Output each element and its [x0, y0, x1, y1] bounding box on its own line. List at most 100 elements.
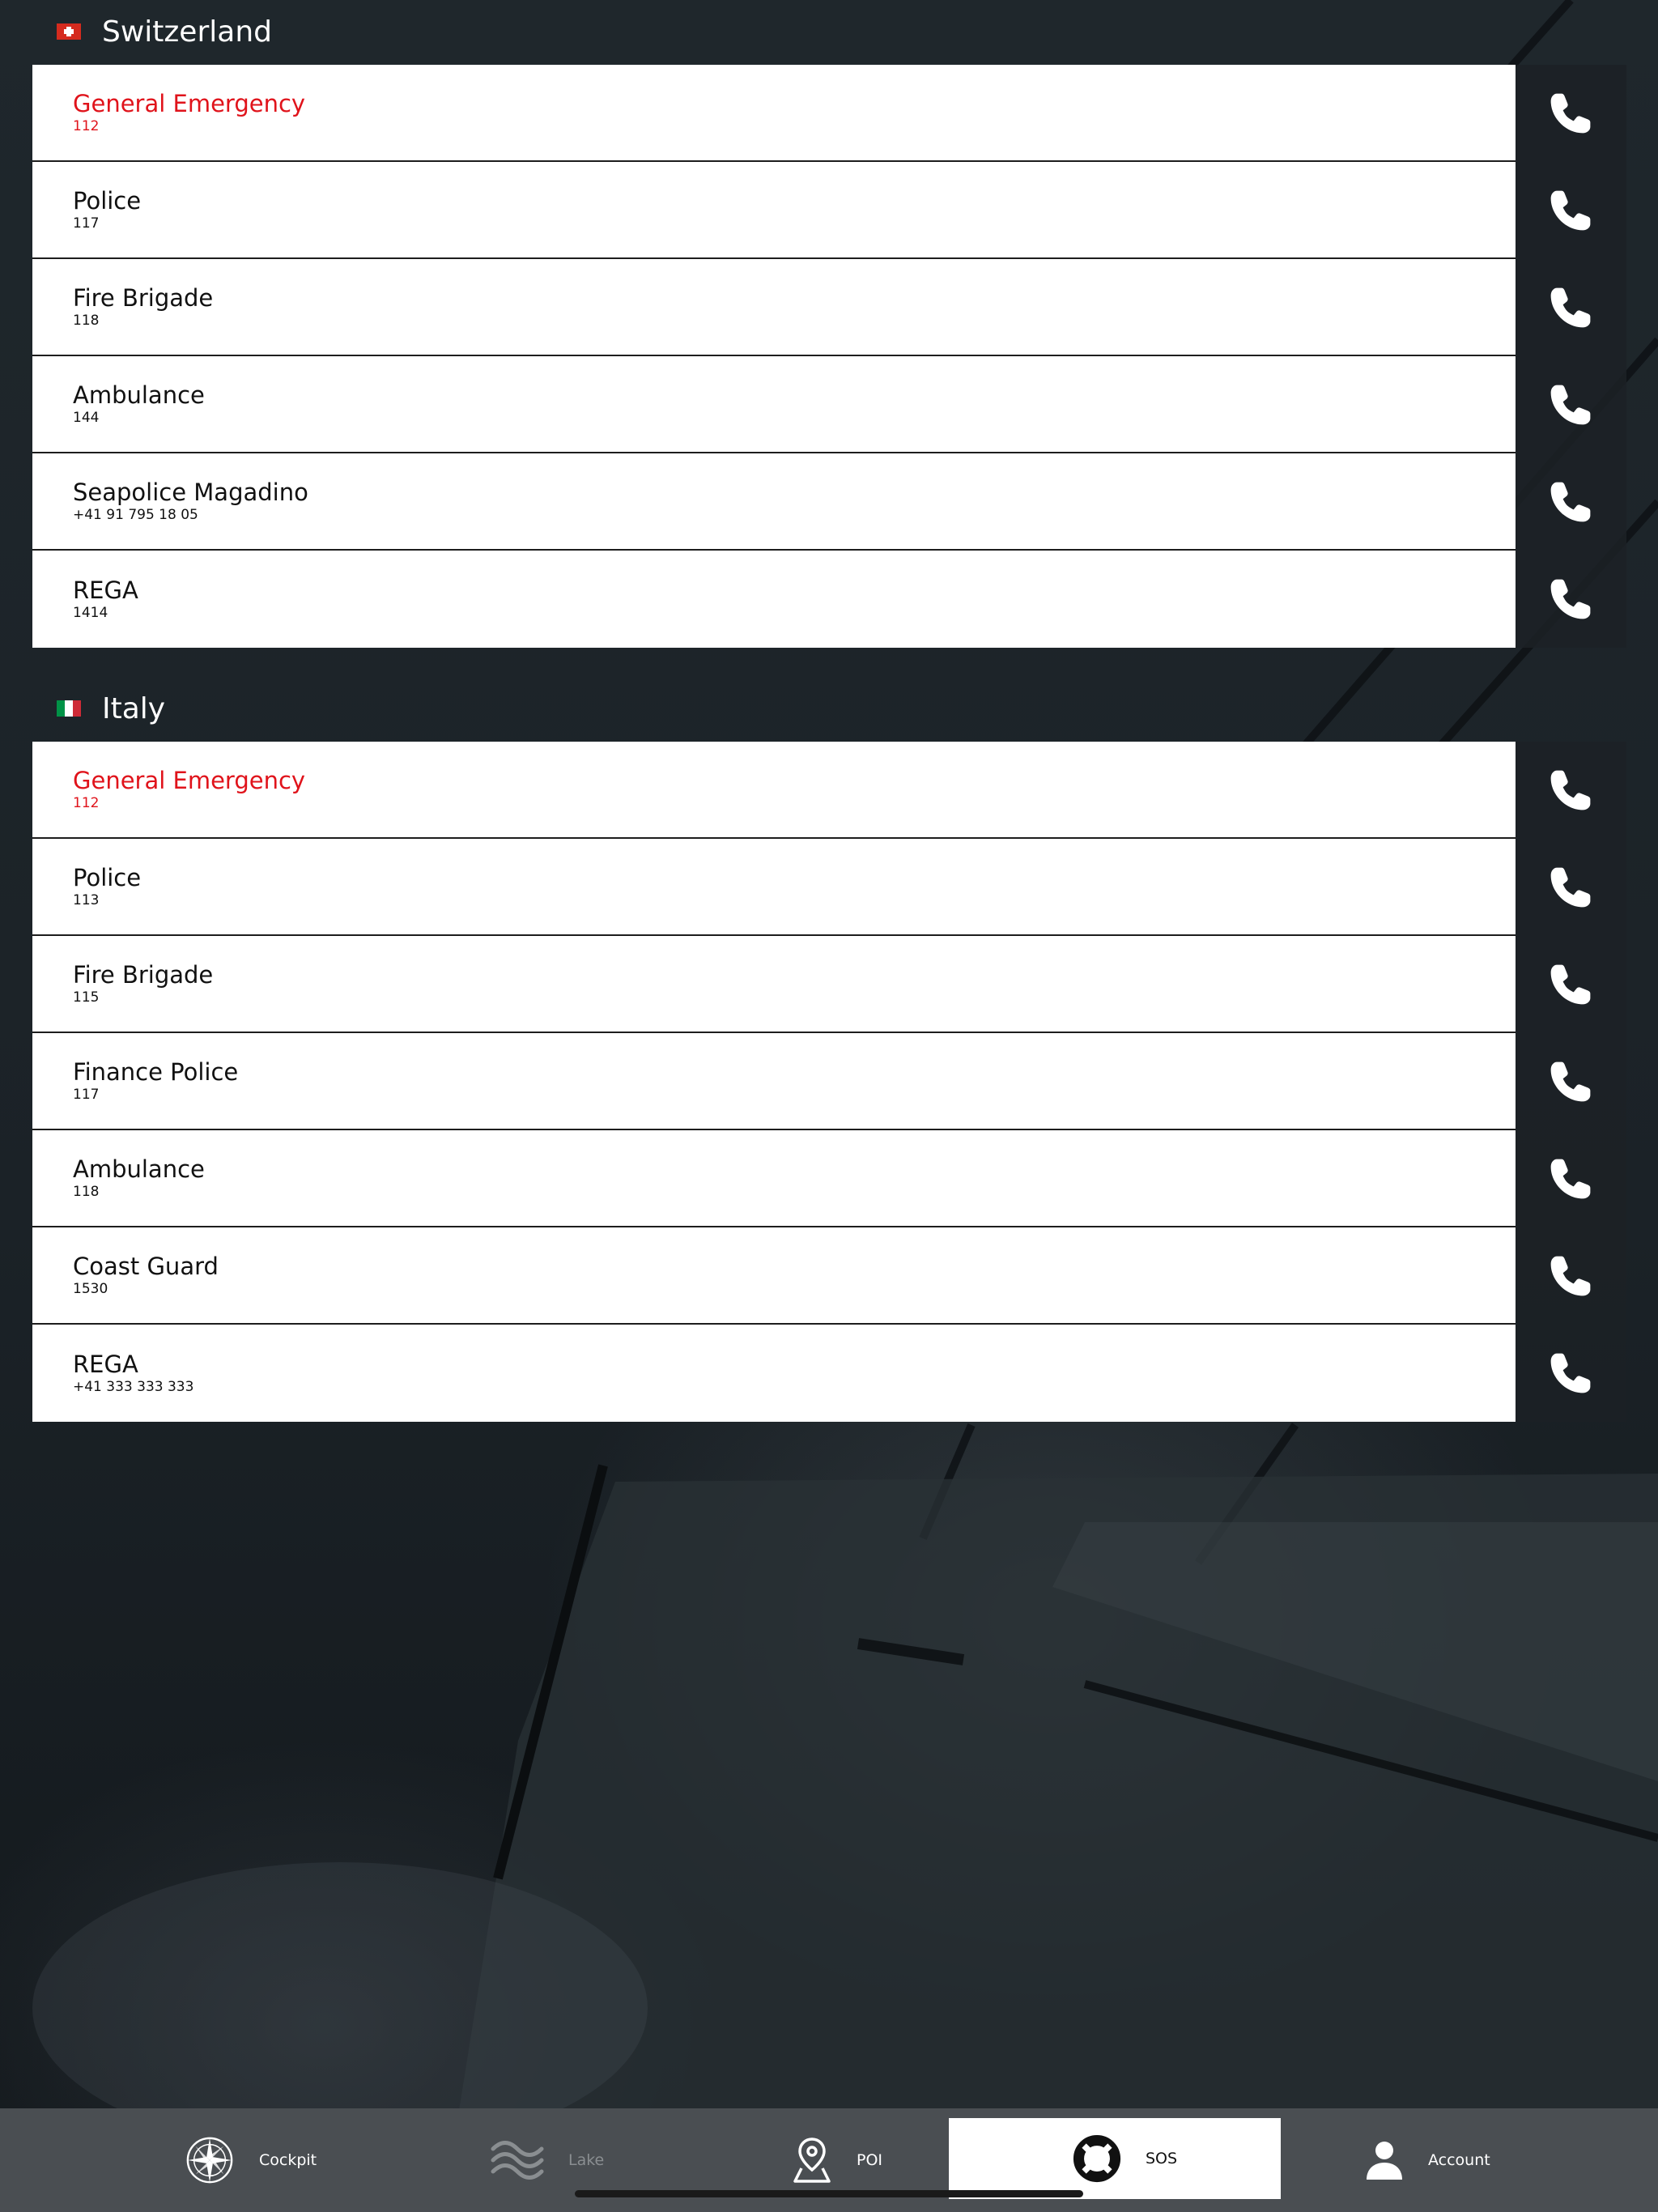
contact-name: Police — [73, 187, 142, 215]
section-title: Italy — [102, 691, 166, 725]
call-button[interactable] — [1515, 356, 1626, 453]
contact-name: Fire Brigade — [73, 284, 214, 312]
tab-sos[interactable]: SOS — [949, 2118, 1281, 2199]
contact-number: 115 — [73, 989, 100, 1006]
phone-icon — [1550, 385, 1591, 425]
contact-info: Ambulance 144 — [32, 356, 1516, 453]
contact-info: Fire Brigade 115 — [32, 936, 1516, 1033]
contact-number: 1414 — [73, 605, 108, 621]
call-button[interactable] — [1515, 259, 1626, 356]
call-button[interactable] — [1515, 162, 1626, 259]
lifebuoy-icon — [1073, 2134, 1121, 2183]
tab-label: Cockpit — [259, 2151, 317, 2169]
contact-name: Ambulance — [73, 381, 205, 409]
tab-label: POI — [857, 2151, 883, 2169]
italian-flag-icon — [57, 700, 81, 717]
contact-info: General Emergency 112 — [32, 65, 1516, 162]
contact-number: 144 — [73, 410, 100, 426]
phone-icon — [1550, 93, 1591, 134]
contact-number: 117 — [73, 1087, 100, 1103]
phone-icon — [1550, 482, 1591, 522]
call-button[interactable] — [1515, 551, 1626, 648]
list-item[interactable]: Police 117 — [32, 162, 1626, 259]
contact-info: General Emergency 112 — [32, 742, 1516, 839]
contact-number: +41 333 333 333 — [73, 1379, 194, 1395]
call-button[interactable] — [1515, 1227, 1626, 1325]
list-item[interactable]: Fire Brigade 115 — [32, 936, 1626, 1033]
list-item[interactable]: REGA +41 333 333 333 — [32, 1325, 1626, 1422]
call-button[interactable] — [1515, 1033, 1626, 1130]
contact-name: General Emergency — [73, 767, 306, 794]
call-button[interactable] — [1515, 742, 1626, 839]
contact-info: Seapolice Magadino +41 91 795 18 05 — [32, 453, 1516, 551]
contact-number: +41 91 795 18 05 — [73, 507, 198, 523]
section-header-italy: Italy — [57, 684, 165, 733]
contact-info: Police 117 — [32, 162, 1516, 259]
contact-number: 118 — [73, 1184, 100, 1200]
contact-name: Police — [73, 864, 142, 891]
contact-list-italy: General Emergency 112 Police 113 Fire Br… — [32, 742, 1626, 1422]
contact-name: REGA — [73, 576, 138, 604]
compass-rose-icon — [186, 2137, 233, 2184]
contact-name: Fire Brigade — [73, 961, 214, 989]
contact-info: REGA +41 333 333 333 — [32, 1325, 1516, 1422]
list-item[interactable]: General Emergency 112 — [32, 742, 1626, 839]
phone-icon — [1550, 287, 1591, 328]
tab-label: Account — [1428, 2151, 1490, 2169]
contact-number: 112 — [73, 118, 100, 134]
call-button[interactable] — [1515, 1130, 1626, 1227]
list-item[interactable]: Police 113 — [32, 839, 1626, 936]
contact-name: Seapolice Magadino — [73, 479, 308, 506]
contact-name: Ambulance — [73, 1155, 205, 1183]
list-item[interactable]: REGA 1414 — [32, 551, 1626, 648]
section-header-switzerland: Switzerland — [57, 7, 272, 56]
list-item[interactable]: Ambulance 144 — [32, 356, 1626, 453]
phone-icon — [1550, 964, 1591, 1005]
call-button[interactable] — [1515, 65, 1626, 162]
call-button[interactable] — [1515, 453, 1626, 551]
phone-icon — [1550, 867, 1591, 908]
contact-name: General Emergency — [73, 90, 306, 117]
waves-icon — [491, 2141, 544, 2180]
contact-number: 113 — [73, 892, 100, 908]
contact-info: Police 113 — [32, 839, 1516, 936]
phone-icon — [1550, 190, 1591, 231]
contact-info: Coast Guard 1530 — [32, 1227, 1516, 1325]
phone-icon — [1550, 1159, 1591, 1199]
tab-cockpit[interactable]: Cockpit — [185, 2108, 317, 2212]
contact-name: Finance Police — [73, 1058, 239, 1086]
contact-info: Finance Police 117 — [32, 1033, 1516, 1130]
tab-account[interactable]: Account — [1365, 2108, 1490, 2212]
user-icon — [1367, 2142, 1402, 2180]
home-indicator — [575, 2190, 1083, 2197]
list-item[interactable]: General Emergency 112 — [32, 65, 1626, 162]
contact-number: 1530 — [73, 1281, 108, 1297]
tab-label: Lake — [568, 2151, 605, 2169]
tab-label: SOS — [1146, 2150, 1178, 2167]
list-item[interactable]: Finance Police 117 — [32, 1033, 1626, 1130]
contact-info: Ambulance 118 — [32, 1130, 1516, 1227]
section-title: Switzerland — [102, 15, 272, 49]
list-item[interactable]: Fire Brigade 118 — [32, 259, 1626, 356]
phone-icon — [1550, 1061, 1591, 1102]
list-item[interactable]: Ambulance 118 — [32, 1130, 1626, 1227]
contact-number: 118 — [73, 313, 100, 329]
call-button[interactable] — [1515, 839, 1626, 936]
phone-icon — [1550, 770, 1591, 810]
contact-info: Fire Brigade 118 — [32, 259, 1516, 356]
list-item[interactable]: Seapolice Magadino +41 91 795 18 05 — [32, 453, 1626, 551]
contact-info: REGA 1414 — [32, 551, 1516, 648]
contact-number: 112 — [73, 795, 100, 811]
contact-name: Coast Guard — [73, 1253, 219, 1280]
contact-list-switzerland: General Emergency 112 Police 117 Fire Br… — [32, 65, 1626, 648]
phone-icon — [1550, 579, 1591, 619]
contact-number: 117 — [73, 215, 100, 232]
list-item[interactable]: Coast Guard 1530 — [32, 1227, 1626, 1325]
map-pin-icon — [793, 2138, 831, 2183]
swiss-flag-icon — [57, 23, 81, 40]
call-button[interactable] — [1515, 1325, 1626, 1422]
call-button[interactable] — [1515, 936, 1626, 1033]
contact-name: REGA — [73, 1351, 138, 1378]
phone-icon — [1550, 1256, 1591, 1296]
phone-icon — [1550, 1353, 1591, 1393]
